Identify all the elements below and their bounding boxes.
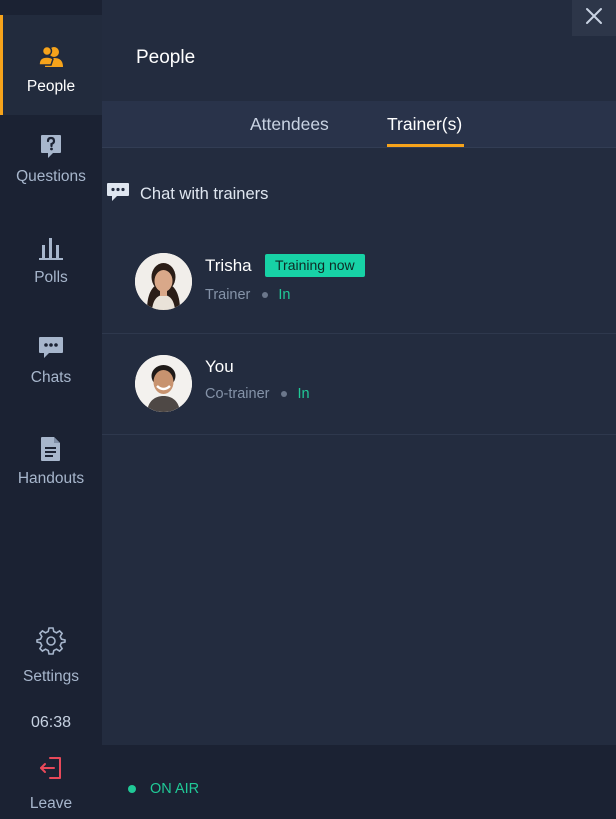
presence-status: In — [278, 287, 291, 303]
close-icon — [585, 7, 603, 30]
person-role: Co-trainer — [205, 386, 270, 402]
chat-with-trainers-button[interactable]: Chat with trainers — [106, 180, 268, 209]
person-name: Trisha — [205, 256, 252, 275]
tab-bar: Attendees Trainer(s) — [102, 101, 616, 148]
sidebar-item-questions[interactable]: Questions — [0, 105, 102, 205]
presence-status: In — [297, 386, 310, 402]
gear-icon — [36, 626, 66, 661]
question-icon — [39, 133, 63, 161]
page-title: People — [136, 47, 196, 68]
active-tab-indicator — [387, 144, 464, 147]
chat-icon — [37, 334, 65, 362]
sidebar: People Questions Polls Chats Handouts Se… — [0, 0, 102, 745]
sidebar-item-label: Handouts — [17, 470, 85, 487]
avatar — [135, 253, 192, 310]
avatar — [135, 355, 192, 412]
sidebar-item-polls[interactable]: Polls — [0, 206, 102, 306]
tab-trainers[interactable]: Trainer(s) — [387, 114, 462, 135]
close-button[interactable] — [572, 0, 616, 36]
sidebar-item-label: Polls — [34, 269, 68, 286]
handout-icon — [39, 435, 63, 463]
leave-label: Leave — [29, 795, 73, 812]
sidebar-item-label: Chats — [30, 369, 72, 386]
chat-icon — [106, 180, 130, 209]
settings-button[interactable]: Settings — [0, 626, 102, 686]
person-name: You — [205, 357, 234, 376]
session-timer: 06:38 — [30, 714, 72, 731]
list-item[interactable]: Trisha Training now Trainer In — [102, 234, 616, 334]
chat-with-trainers-label: Chat with trainers — [140, 185, 269, 203]
settings-label: Settings — [22, 668, 79, 685]
on-air-indicator: ON AIR — [128, 781, 199, 797]
person-role: Trainer — [205, 287, 251, 303]
people-icon — [37, 43, 65, 71]
leave-button[interactable]: Leave — [0, 755, 102, 813]
sidebar-item-people[interactable]: People — [0, 15, 102, 115]
leave-icon — [38, 755, 64, 786]
sidebar-item-handouts[interactable]: Handouts — [0, 407, 102, 507]
sidebar-item-label: Questions — [16, 168, 86, 185]
status-badge: Training now — [265, 254, 365, 277]
list-item[interactable]: You Co-trainer In — [102, 335, 616, 435]
live-dot-icon — [128, 785, 136, 793]
polls-icon — [38, 234, 64, 262]
tab-attendees[interactable]: Attendees — [250, 114, 329, 135]
person-role-row: Co-trainer In — [205, 386, 310, 402]
sidebar-item-chats[interactable]: Chats — [0, 306, 102, 406]
on-air-label: ON AIR — [150, 781, 200, 797]
person-role-row: Trainer In — [205, 287, 290, 303]
separator-dot — [262, 292, 269, 298]
sidebar-item-label: People — [26, 78, 76, 95]
separator-dot — [281, 391, 288, 397]
